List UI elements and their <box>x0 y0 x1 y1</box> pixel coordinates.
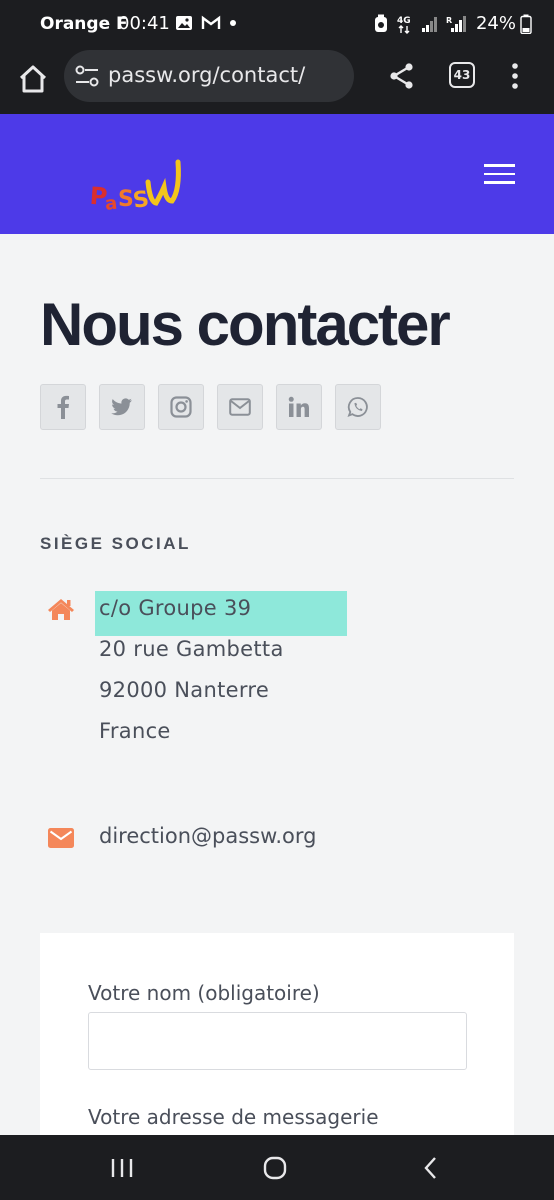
address-bar[interactable]: passw.org/contact/ <box>64 50 354 102</box>
browser-toolbar: passw.org/contact/ 43 <box>0 48 554 114</box>
instagram-icon <box>170 396 192 418</box>
svg-text:R: R <box>446 16 452 25</box>
address-line-3: 92000 Nanterre <box>99 678 270 702</box>
home-button-icon[interactable] <box>260 1153 290 1183</box>
twitter-share-button[interactable] <box>99 384 145 430</box>
page-title: Nous contacter <box>40 291 451 358</box>
whatsapp-share-button[interactable] <box>335 384 381 430</box>
tab-switcher-button[interactable]: 43 <box>449 62 475 88</box>
hamburger-menu-icon[interactable] <box>484 164 516 188</box>
site-settings-icon[interactable] <box>74 63 100 89</box>
email-link[interactable]: direction@passw.org <box>99 824 316 848</box>
carrier-name: Orange F <box>40 14 128 34</box>
network-4g-icon: 4G <box>397 16 411 34</box>
divider <box>40 478 514 479</box>
address-line-2: 20 rue Gambetta <box>99 637 284 661</box>
battery-icon <box>520 14 532 34</box>
signal-roaming-icon: R <box>446 16 466 32</box>
svg-text:a: a <box>104 193 118 215</box>
svg-text:4G: 4G <box>397 16 411 26</box>
name-field-label: Votre nom (obligatoire) <box>88 981 320 1005</box>
address-line-4: France <box>99 719 171 743</box>
back-icon[interactable] <box>416 1153 446 1183</box>
email-field-label: Votre adresse de messagerie <box>88 1105 379 1129</box>
home-icon[interactable] <box>16 62 50 96</box>
tab-count: 43 <box>453 68 471 82</box>
email-share-button[interactable] <box>217 384 263 430</box>
battery-level: 24% <box>475 13 516 34</box>
address-line-1: c/o Groupe 39 <box>99 596 252 620</box>
status-bar: Orange F 00:41 4G R 24% <box>0 0 554 48</box>
more-menu-icon[interactable] <box>506 62 524 90</box>
share-icon[interactable] <box>388 62 416 90</box>
site-logo[interactable]: P a S S <box>88 154 192 224</box>
gmail-icon <box>201 15 221 29</box>
facebook-share-button[interactable] <box>40 384 86 430</box>
dot-icon <box>230 20 236 26</box>
mail-icon <box>48 828 74 848</box>
linkedin-share-button[interactable] <box>276 384 322 430</box>
envelope-icon <box>229 398 251 416</box>
recent-apps-icon[interactable] <box>107 1153 137 1183</box>
home-address-icon <box>48 599 74 620</box>
linkedin-icon <box>288 396 309 417</box>
url-text[interactable]: passw.org/contact/ <box>108 63 305 87</box>
facebook-icon <box>57 395 69 419</box>
section-label-head-office: SIÈGE SOCIAL <box>40 534 191 553</box>
gallery-icon <box>176 16 192 30</box>
signal-icon <box>422 17 437 32</box>
status-time: 00:41 <box>118 13 170 34</box>
whatsapp-icon <box>347 397 368 418</box>
system-navigation-bar <box>0 1135 554 1200</box>
twitter-icon <box>111 398 132 416</box>
recycle-icon <box>375 14 387 32</box>
site-header: P a S S <box>0 114 554 234</box>
social-share-row <box>40 384 381 430</box>
instagram-share-button[interactable] <box>158 384 204 430</box>
name-input[interactable] <box>88 1012 467 1070</box>
